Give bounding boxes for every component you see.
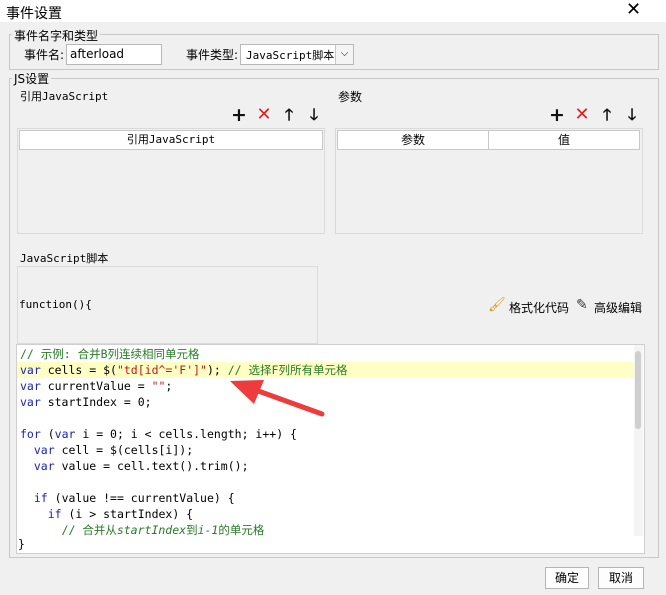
delete-ref-js-icon[interactable]: ✕ <box>255 106 273 124</box>
add-ref-js-icon[interactable]: + <box>230 106 248 125</box>
close-icon[interactable]: ✕ <box>626 0 641 20</box>
ok-button[interactable]: 确定 <box>545 567 589 589</box>
params-label: 参数 <box>338 90 363 104</box>
code-line-1: // 示例: 合并B列连续相同单元格 <box>20 347 200 361</box>
window-title: 事件设置 <box>6 6 62 22</box>
function-header-box: function(){ <box>17 266 318 344</box>
function-footer-box: } <box>16 537 645 554</box>
function-closing-brace: } <box>18 537 25 551</box>
editor-scrollbar[interactable] <box>634 345 643 536</box>
params-table[interactable]: 参数 值 <box>335 128 643 234</box>
format-code-label: 格式化代码 <box>509 301 570 315</box>
function-header: function(){ <box>19 298 92 311</box>
param-move-up-icon[interactable]: 🡑 <box>598 106 616 124</box>
code-line-10: if (value !== currentValue) { <box>33 491 235 505</box>
param-move-down-icon[interactable]: 🡓 <box>623 106 641 124</box>
code-line-3: var currentValue = ""; <box>20 379 173 393</box>
code-line-6: for (var i = 0; i < cells.length; i++) { <box>20 427 297 441</box>
ref-js-label: 引用JavaScript <box>20 90 109 103</box>
cancel-button[interactable]: 取消 <box>598 567 644 589</box>
add-param-icon[interactable]: + <box>548 106 566 125</box>
move-up-icon[interactable]: 🡑 <box>280 106 298 124</box>
code-editor[interactable]: // 示例: 合并B列连续相同单元格 var cells = $("td[id^… <box>16 344 645 539</box>
code-line-12: // 合并从startIndex到i-1的单元格 <box>61 523 265 537</box>
annotation-arrow <box>230 380 325 417</box>
event-name-label: 事件名: <box>24 48 65 62</box>
brush-icon: 🖌 <box>488 297 506 313</box>
code-line-8: var value = cell.text().trim(); <box>33 459 249 473</box>
js-settings-label: JS设置 <box>12 70 52 87</box>
param-column-header[interactable]: 参数 <box>337 130 489 150</box>
chevron-down-icon[interactable]: ⌵ <box>335 45 353 64</box>
event-type-label: 事件类型: <box>186 48 239 62</box>
ref-js-table[interactable]: 引用JavaScript <box>17 128 325 234</box>
event-type-value: JavaScript脚本 <box>246 49 335 62</box>
ref-js-column-header[interactable]: 引用JavaScript <box>19 130 323 150</box>
event-name-field[interactable]: afterload <box>66 44 162 65</box>
script-label: JavaScript脚本 <box>20 252 109 265</box>
event-name-value: afterload <box>70 47 125 61</box>
editor-scrollbar-thumb[interactable] <box>635 351 641 429</box>
edit-icon: ✎ <box>576 297 588 313</box>
move-down-icon[interactable]: 🡓 <box>305 106 323 124</box>
title-bar: 事件设置 ✕ <box>0 0 666 22</box>
event-type-select[interactable]: JavaScript脚本 ⌵ <box>240 44 354 65</box>
code-line-7: var cell = $(cells[i]); <box>33 443 194 457</box>
value-column-header[interactable]: 值 <box>488 130 640 150</box>
code-line-11: if (i > startIndex) { <box>47 507 194 521</box>
code-line-4: var startIndex = 0; <box>20 395 152 409</box>
delete-param-icon[interactable]: ✕ <box>573 106 591 124</box>
name-type-group-label: 事件名字和类型 <box>12 27 101 44</box>
advanced-edit-label: 高级编辑 <box>594 301 643 315</box>
